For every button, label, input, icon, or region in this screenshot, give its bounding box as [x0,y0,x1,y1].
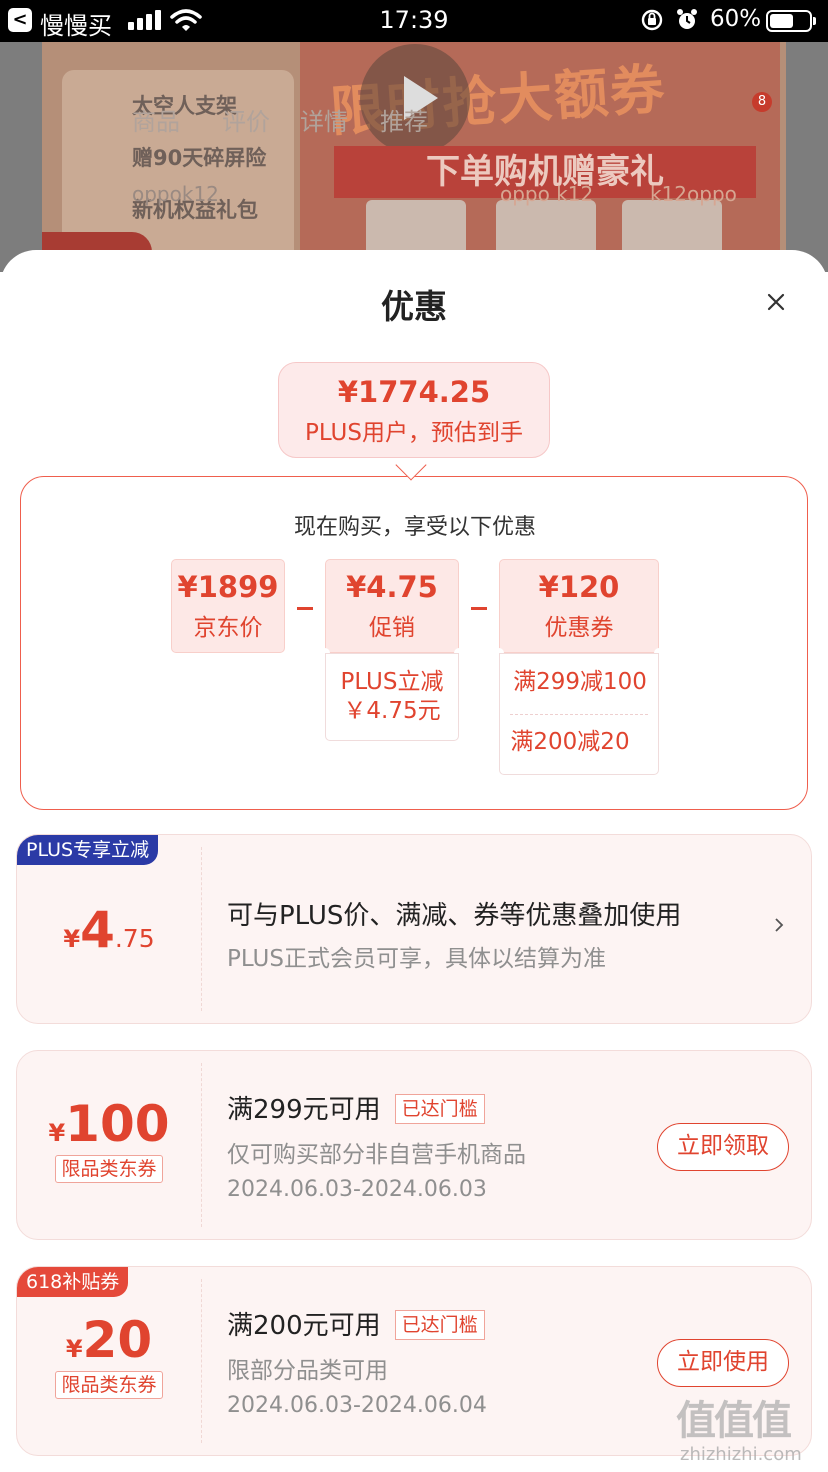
clock: 17:39 [379,6,449,34]
plus-card-title: 可与PLUS价、满减、券等优惠叠加使用 [227,901,682,931]
currency-symbol: ¥ [48,1119,66,1147]
base-price: ¥1899 [177,570,279,604]
coupon-validity: 2024.06.03-2024.06.03 [227,1177,487,1202]
coupon-detail-line: 满200减20 [510,729,630,755]
coupon-validity: 2024.06.03-2024.06.04 [227,1393,487,1418]
plus-discount-card[interactable]: PLUS专享立减 ¥4.75 可与PLUS价、满减、券等优惠叠加使用 PLUS正… [16,834,812,1024]
subsidy-coupon-tag: 618补贴券 [17,1267,129,1297]
product-tabs: 商品 评价 详情 推荐 [0,97,828,147]
plus-card-desc: PLUS正式会员可享，具体以结算为准 [227,946,606,972]
faint-label: oppok12 [132,182,219,206]
card-divider [201,1279,202,1443]
watermark: 值值值 zhizhizhi.com [676,1388,826,1472]
coupon-title: 满299元可用 已达门槛 [227,1089,485,1126]
estimated-price: ¥1774.25 [337,375,491,409]
plus-exclusive-tag: PLUS专享立减 [17,835,159,865]
coupon-value-number: 100 [65,1095,170,1153]
coupon-title: 满200元可用 已达门槛 [227,1305,485,1342]
plus-amount-value: ¥4.75 [63,901,154,959]
coupon-value: ¥20 [17,1311,201,1369]
amount-decimal: .75 [114,924,155,953]
promo-card: ¥4.75 促销 [325,559,459,653]
estimated-price-label: PLUS用户，预估到手 [305,420,523,446]
currency-symbol: ¥ [65,1335,83,1363]
tab-recommend: 推荐 [380,108,428,136]
status-bar: < 慢慢买 17:39 60% [0,0,828,42]
discount-sheet: 优惠 ¥1774.25 PLUS用户，预估到手 现在购买，享受以下优惠 ¥189… [0,250,828,1472]
price-calculation: 现在购买，享受以下优惠 ¥1899 京东价 ¥4.75 促销 PLUS立减 ￥4… [20,476,808,810]
promo-detail-line: PLUS立减 [340,669,444,695]
sheet-title: 优惠 [381,287,447,326]
alarm-icon [677,9,697,29]
coupon-card-100: ¥100 限品类东券 满299元可用 已达门槛 仅可购买部分非自营手机商品 202… [16,1050,812,1240]
calc-title: 现在购买，享受以下优惠 [293,515,536,540]
close-icon[interactable] [758,284,794,320]
promo-amount: ¥4.75 [346,570,438,604]
promo-label: 促销 [369,615,415,641]
coupon-amount: ¥120 [538,570,620,604]
minus-sign [471,607,487,610]
coupon-value-number: 20 [82,1311,153,1369]
card-divider [201,847,202,1011]
thumb-label: oppo k12 [500,182,594,206]
chevron-right-icon[interactable] [771,917,787,933]
promo-detail-line: ￥4.75元 [343,698,441,724]
threshold-reached-tag: 已达门槛 [394,1094,485,1124]
coupon-detail-line: 满299减100 [513,669,647,695]
thumb-label: k12oppo [650,182,737,206]
battery-percentage: 60% [710,6,762,32]
coupon-desc: 仅可购买部分非自营手机商品 [227,1142,526,1168]
coupon-category-tag: 限品类东券 [55,1155,163,1183]
threshold-reached-tag: 已达门槛 [394,1310,485,1340]
amount-integer: 4 [80,901,115,959]
coupon-desc: 限部分品类可用 [227,1358,388,1384]
coupon-amount-block: ¥20 限品类东券 [17,1311,201,1399]
tab-details: 详情 [300,108,348,136]
coupon-amount-block: ¥100 限品类东券 [17,1095,201,1183]
tab-reviews: 评价 [222,108,270,136]
minus-sign [297,607,313,610]
orientation-lock-icon [641,9,663,31]
coupon-value: ¥100 [17,1095,201,1153]
use-coupon-button[interactable]: 立即使用 [657,1339,789,1387]
dashed-separator [510,714,648,715]
coupon-detail: 满299减100 满200减20 [499,653,659,775]
watermark-site: zhizhizhi.com [680,1444,802,1465]
coupon-threshold: 满299元可用 [227,1095,381,1125]
coupon-threshold: 满200元可用 [227,1311,381,1341]
coupon-category-tag: 限品类东券 [55,1371,163,1399]
coupon-label: 优惠券 [544,615,614,641]
claim-coupon-button[interactable]: 立即领取 [657,1123,789,1171]
promo-detail: PLUS立减 ￥4.75元 [325,653,459,741]
background-product-page: 限时抢大额券 8 下单购机赠豪礼 太空人支架 赠90天碎屏险 新机权益礼包 商品… [0,42,828,272]
battery-level [770,14,793,28]
tab-goods: 商品 [132,108,180,136]
coupon-card: ¥120 优惠券 [499,559,659,653]
watermark-logo: 值值值 [676,1398,792,1444]
base-price-card: ¥1899 京东价 [171,559,285,653]
card-divider [201,1063,202,1227]
base-price-label: 京东价 [193,615,263,641]
estimated-price-bubble: ¥1774.25 PLUS用户，预估到手 [278,362,550,458]
currency-symbol: ¥ [63,925,81,953]
battery-icon [766,10,816,32]
plus-amount: ¥4.75 [17,901,201,959]
